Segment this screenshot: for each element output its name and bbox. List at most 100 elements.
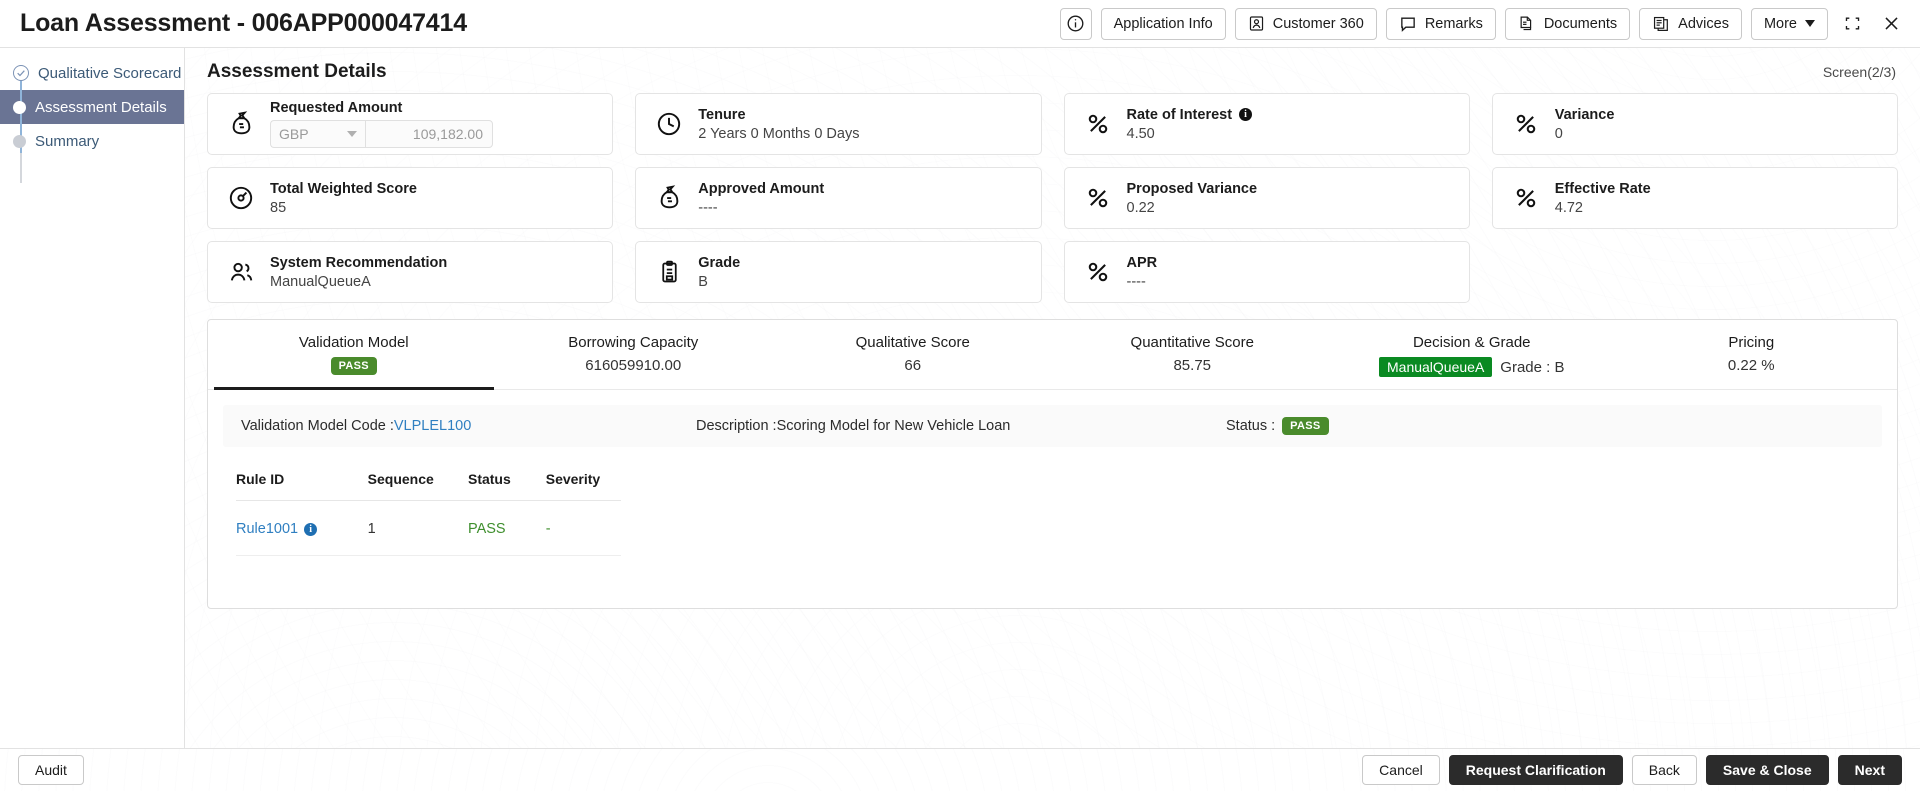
sidebar-item-label: Summary bbox=[35, 132, 100, 150]
cell-rule-id: Rule1001 i bbox=[236, 500, 368, 556]
card-label: Effective Rate bbox=[1554, 180, 1651, 197]
table-header-row: Rule ID Sequence Status Severity bbox=[236, 471, 621, 501]
validation-model-code-link[interactable]: VLPLEL100 bbox=[394, 418, 471, 434]
tab-borrowing-capacity[interactable]: Borrowing Capacity 616059910.00 bbox=[494, 320, 774, 390]
percent-icon bbox=[1511, 185, 1541, 211]
card-apr: APR ---- bbox=[1063, 241, 1470, 303]
card-label: Total Weighted Score bbox=[270, 180, 417, 197]
validation-model-code-label: Validation Model Code : bbox=[241, 418, 394, 434]
cell-severity: - bbox=[545, 500, 621, 556]
tab-decision-and-grade[interactable]: Decision & Grade ManualQueueA Grade : B bbox=[1332, 320, 1612, 390]
summary-cards: Requested Amount GBP 109,182.00 Tenure 2… bbox=[207, 93, 1898, 303]
column-header-sequence: Sequence bbox=[367, 471, 468, 501]
close-icon bbox=[1884, 17, 1898, 30]
chevron-down-icon bbox=[347, 131, 357, 137]
more-label: More bbox=[1763, 15, 1797, 32]
card-tenure: Tenure 2 Years 0 Months 0 Days bbox=[635, 93, 1042, 155]
check-circle-icon bbox=[13, 65, 29, 81]
card-label-text: Rate of Interest bbox=[1126, 106, 1233, 123]
card-value: ManualQueueA bbox=[270, 273, 371, 290]
grade-text: Grade : B bbox=[1500, 358, 1565, 376]
sidebar-item-label: Assessment Details bbox=[35, 98, 167, 116]
application-info-button[interactable]: Application Info bbox=[1100, 7, 1226, 40]
cell-status: PASS bbox=[467, 500, 546, 556]
close-button[interactable] bbox=[1876, 9, 1906, 39]
card-variance: Variance 0 bbox=[1491, 93, 1898, 155]
sidebar-item-qualitative-scorecard[interactable]: Qualitative Scorecard bbox=[0, 56, 184, 90]
tab-label: Quantitative Score bbox=[1130, 334, 1254, 351]
card-effective-rate: Effective Rate 4.72 bbox=[1491, 167, 1898, 229]
amount-input[interactable]: 109,182.00 bbox=[365, 120, 493, 148]
card-value: 85 bbox=[270, 199, 287, 216]
main-content: Assessment Details Screen(2/3) Requested… bbox=[185, 48, 1920, 748]
sidebar-item-assessment-details[interactable]: Assessment Details bbox=[0, 90, 184, 124]
collapse-button[interactable] bbox=[1837, 9, 1867, 39]
card-value: 0.22 bbox=[1126, 199, 1155, 216]
tab-label: Borrowing Capacity bbox=[568, 334, 699, 351]
card-value: 4.50 bbox=[1126, 125, 1155, 142]
documents-button[interactable]: Documents bbox=[1504, 7, 1631, 40]
stepper-connector-pending bbox=[19, 153, 22, 183]
back-button[interactable]: Back bbox=[1631, 755, 1697, 785]
info-icon[interactable]: i bbox=[1239, 108, 1253, 121]
header-toolbar: Application Info Customer 360 Remarks Do… bbox=[1059, 7, 1906, 40]
card-label: Tenure bbox=[698, 106, 746, 123]
info-circle-icon-button[interactable] bbox=[1059, 7, 1092, 40]
percent-icon bbox=[1083, 259, 1113, 285]
card-label: Variance bbox=[1554, 106, 1615, 123]
card-approved-amount: Approved Amount ---- bbox=[635, 167, 1042, 229]
tab-pricing[interactable]: Pricing 0.22 % bbox=[1612, 320, 1892, 390]
next-button[interactable]: Next bbox=[1837, 755, 1902, 785]
card-proposed-variance: Proposed Variance 0.22 bbox=[1063, 167, 1470, 229]
card-value: 0 bbox=[1554, 125, 1563, 142]
tab-value: 85.75 bbox=[1173, 357, 1212, 374]
card-rate-of-interest: Rate of Interest i 4.50 bbox=[1063, 93, 1470, 155]
remarks-button[interactable]: Remarks bbox=[1385, 7, 1496, 40]
card-value: ---- bbox=[1126, 273, 1146, 290]
save-and-close-button[interactable]: Save & Close bbox=[1705, 755, 1829, 785]
description-value: Scoring Model for New Vehicle Loan bbox=[776, 418, 1011, 434]
tab-quantitative-score[interactable]: Quantitative Score 85.75 bbox=[1053, 320, 1333, 390]
advices-button[interactable]: Advices bbox=[1639, 7, 1742, 40]
tab-value: 66 bbox=[904, 357, 922, 374]
validation-model-detail-bar: Validation Model Code :VLPLEL100 Descrip… bbox=[223, 405, 1882, 447]
more-button[interactable]: More bbox=[1750, 7, 1828, 40]
window-body: Qualitative Scorecard Assessment Details… bbox=[0, 48, 1920, 748]
customer-360-label: Customer 360 bbox=[1272, 15, 1364, 32]
assessment-tabs: Validation Model PASS Borrowing Capacity… bbox=[208, 320, 1897, 390]
cancel-button[interactable]: Cancel bbox=[1362, 755, 1440, 785]
money-bag-icon bbox=[226, 110, 256, 138]
loan-assessment-window: Loan Assessment - 006APP000047414 Applic… bbox=[0, 0, 1920, 791]
card-label: Rate of Interest i bbox=[1127, 107, 1253, 123]
gauge-icon bbox=[226, 185, 256, 211]
validation-model-status: Status : PASS bbox=[1226, 417, 1329, 435]
chevron-down-icon bbox=[1805, 20, 1815, 27]
request-clarification-button[interactable]: Request Clarification bbox=[1448, 755, 1623, 785]
audit-button[interactable]: Audit bbox=[18, 755, 84, 785]
tab-validation-model[interactable]: Validation Model PASS bbox=[214, 320, 494, 390]
customer-360-button[interactable]: Customer 360 bbox=[1234, 7, 1377, 40]
description-label: Description : bbox=[696, 418, 777, 434]
comment-icon bbox=[1400, 16, 1415, 32]
tab-label: Decision & Grade bbox=[1412, 334, 1531, 351]
validation-model-description: Description :Scoring Model for New Vehic… bbox=[696, 418, 1226, 434]
card-label: Grade bbox=[698, 254, 741, 271]
users-icon bbox=[226, 259, 256, 286]
rules-table: Rule ID Sequence Status Severity Rule100… bbox=[236, 471, 621, 556]
card-requested-amount: Requested Amount GBP 109,182.00 bbox=[207, 93, 614, 155]
tab-value: 616059910.00 bbox=[585, 357, 682, 374]
currency-select[interactable]: GBP bbox=[270, 120, 365, 148]
tab-qualitative-score[interactable]: Qualitative Score 66 bbox=[773, 320, 1053, 390]
document-icon bbox=[1520, 16, 1532, 30]
card-system-recommendation: System Recommendation ManualQueueA bbox=[207, 241, 614, 303]
info-icon[interactable]: i bbox=[304, 523, 318, 536]
documents-label: Documents bbox=[1543, 15, 1618, 32]
currency-value: GBP bbox=[279, 126, 309, 142]
status-label: Status : bbox=[1226, 418, 1276, 434]
rule-id-link[interactable]: Rule1001 bbox=[236, 521, 298, 537]
cell-sequence: 1 bbox=[367, 500, 468, 556]
validation-model-code: Validation Model Code :VLPLEL100 bbox=[241, 418, 696, 434]
sidebar-item-summary[interactable]: Summary bbox=[0, 124, 184, 158]
percent-icon bbox=[1083, 111, 1113, 137]
card-label: APR bbox=[1126, 254, 1158, 271]
